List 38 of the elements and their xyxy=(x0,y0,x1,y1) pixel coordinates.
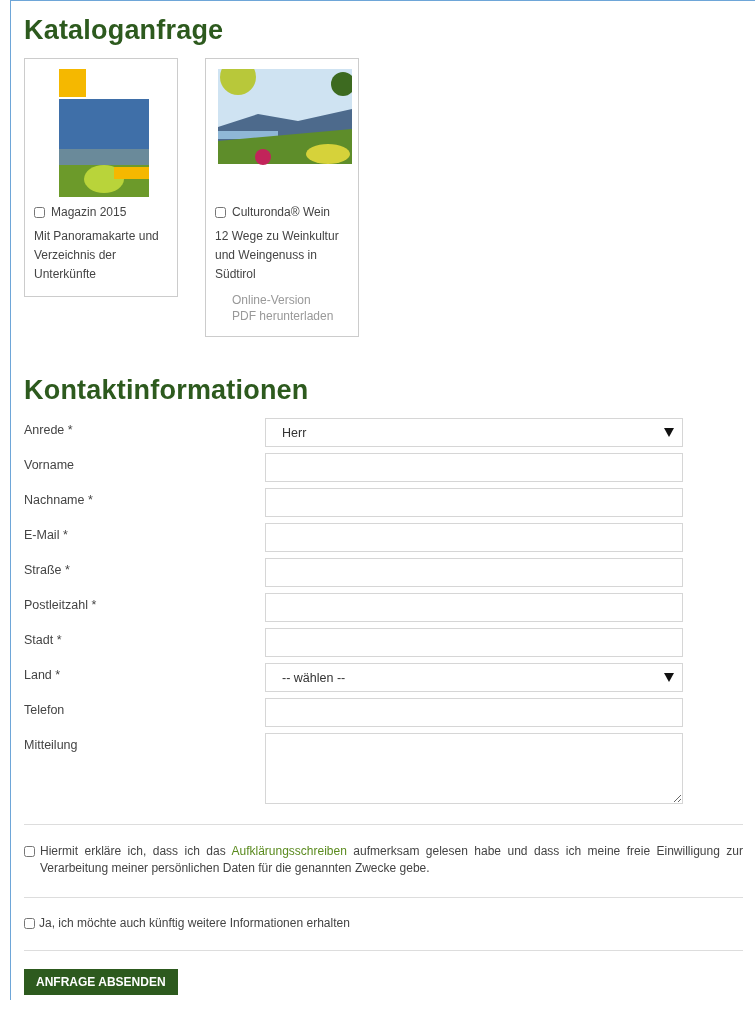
select-value: Herr xyxy=(282,425,307,440)
field-label: Straße * xyxy=(24,562,71,577)
field-label: Land * xyxy=(24,667,62,682)
message-field[interactable] xyxy=(265,733,683,804)
catalog-description: Mit Panoramakarte und Verzeichnis der Unterkünfte xyxy=(34,228,160,283)
field-label: Telefon xyxy=(24,702,66,717)
dropdown-arrow-icon xyxy=(664,673,674,682)
input-field[interactable] xyxy=(265,453,683,482)
input-field[interactable] xyxy=(265,523,683,552)
section-heading: Kontaktinformationen xyxy=(24,375,310,406)
select-field[interactable]: Herr xyxy=(265,418,683,447)
input-field[interactable] xyxy=(265,628,683,657)
input-field[interactable] xyxy=(265,558,683,587)
newsletter-checkbox[interactable] xyxy=(24,917,35,929)
catalog-checkbox[interactable] xyxy=(215,206,226,218)
consent-link[interactable]: Aufklärungsschreiben xyxy=(231,844,347,858)
catalog-description: 12 Wege zu Weinkultur und Weingenuss in Südtirol xyxy=(215,228,340,283)
field-label: Mitteilung xyxy=(24,737,79,752)
field-label: Vorname xyxy=(24,457,76,472)
input-field[interactable] xyxy=(265,593,683,622)
catalog-name: Culturonda® Wein xyxy=(232,205,330,219)
field-label: Stadt * xyxy=(24,632,63,647)
consent-checkbox[interactable] xyxy=(24,846,35,857)
newsletter-label: Ja, ich möchte auch künftig weitere Informationen erhalten xyxy=(39,916,350,930)
field-label: E-Mail * xyxy=(24,527,69,542)
select-value: -- wählen -- xyxy=(282,670,346,685)
catalog-checkbox[interactable] xyxy=(34,206,45,218)
field-label: Postleitzahl * xyxy=(24,597,98,612)
submit-button[interactable]: ANFRAGE ABSENDEN xyxy=(24,969,178,995)
section-heading: Kataloganfrage xyxy=(24,15,225,46)
catalog-name: Magazin 2015 xyxy=(51,205,127,219)
select-field[interactable]: -- wählen -- xyxy=(265,663,683,692)
dropdown-arrow-icon xyxy=(664,428,674,437)
input-field[interactable] xyxy=(265,698,683,727)
consent-text: Hiermit erkläre ich, dass ich das Aufklärungsschreiben aufmerksam gelesen habe und dass ich meine freie Einwilligung zur Verarbeitung meiner persönlichen Daten für die genannten Zwecke gebe. xyxy=(40,843,743,877)
field-label: Nachname * xyxy=(24,492,94,507)
input-field[interactable] xyxy=(265,488,683,517)
field-label: Anrede * xyxy=(24,422,74,437)
